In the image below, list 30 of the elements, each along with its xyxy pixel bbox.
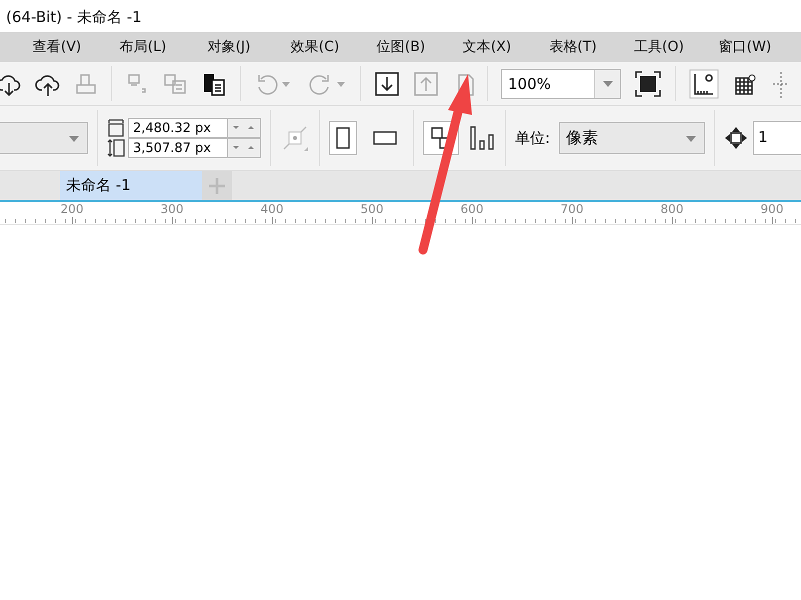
menu-item[interactable]: 布局(L) (100, 34, 186, 60)
menu-item[interactable]: 表格(T) (530, 34, 616, 60)
unit-dropdown[interactable]: 像素 (559, 122, 706, 154)
unit-label: 单位: (515, 128, 550, 148)
width-field[interactable]: 2,480.32 px (128, 118, 228, 138)
spin-buttons-icon[interactable] (227, 138, 261, 158)
width-icon[interactable] (107, 118, 125, 138)
menu-item[interactable]: 窗口(W) (702, 34, 788, 60)
menu-item[interactable]: 工具(O) (616, 34, 702, 60)
height-icon[interactable] (107, 138, 125, 158)
plus-icon (208, 176, 226, 194)
spin-buttons-icon[interactable] (227, 118, 261, 138)
menu-item[interactable]: 文本(X) (444, 34, 530, 60)
menu-item[interactable]: 对象(J) (186, 34, 272, 60)
menu-item[interactable]: 效果(C) (272, 34, 358, 60)
portrait-button[interactable] (329, 121, 357, 155)
nudge-field[interactable]: 1 (753, 121, 801, 155)
bars-icon[interactable] (468, 125, 496, 151)
menu-item[interactable]: 查看(V) (14, 34, 100, 60)
move-arrows-icon[interactable] (724, 126, 748, 150)
guidelines-icon[interactable] (773, 70, 789, 98)
ruler-icon[interactable] (689, 68, 719, 98)
zoom-dropdown[interactable]: 100% (501, 68, 621, 98)
portrait-page-icon (336, 127, 350, 149)
landscape-page-icon (373, 131, 397, 145)
height-field[interactable]: 3,507.87 px (128, 138, 228, 158)
document-tab[interactable]: 未命名 -1 (60, 171, 202, 200)
menu-item[interactable]: 位图(B) (358, 34, 444, 60)
import-icon[interactable] (374, 70, 400, 96)
full-screen-icon[interactable] (634, 70, 662, 98)
